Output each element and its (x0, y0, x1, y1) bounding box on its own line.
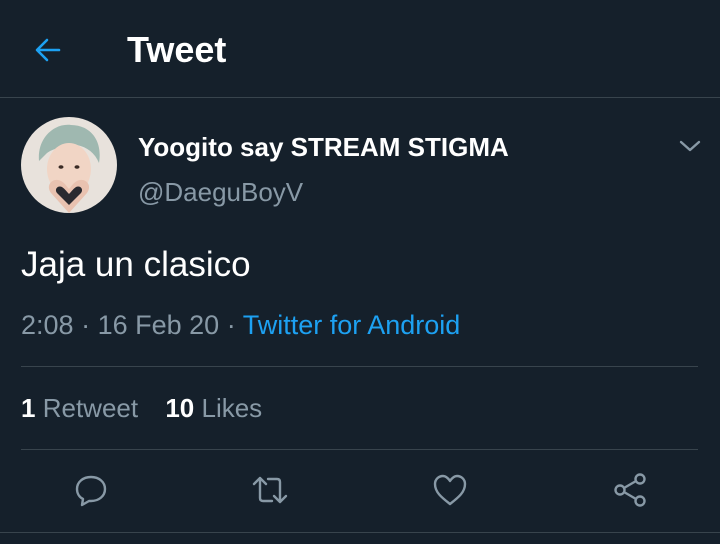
avatar[interactable] (21, 117, 117, 213)
retweets-stat[interactable]: 1 Retweet (21, 391, 138, 425)
retweets-label: Retweet (42, 393, 139, 423)
tweet-date: 16 Feb 20 (97, 310, 220, 340)
tweet-meta: 2:08 · 16 Feb 20 · Twitter for Android (21, 308, 460, 342)
reply-icon (75, 475, 107, 507)
share-button[interactable] (606, 466, 654, 514)
top-bar: Tweet (0, 0, 720, 98)
meta-separator: · (226, 310, 236, 340)
page-title: Tweet (127, 29, 227, 70)
tweet-menu-button[interactable] (676, 132, 704, 160)
retweet-icon (252, 476, 288, 504)
author-display-name[interactable]: Yoogito say STREAM STIGMA (138, 131, 509, 163)
reply-button[interactable] (67, 466, 115, 514)
like-icon (433, 474, 467, 506)
divider (21, 366, 698, 367)
likes-stat[interactable]: 10 Likes (165, 391, 262, 425)
chevron-down-icon (679, 140, 701, 152)
share-icon (614, 473, 646, 507)
meta-separator: · (81, 310, 91, 340)
like-button[interactable] (426, 466, 474, 514)
back-button[interactable] (30, 32, 66, 68)
divider (21, 449, 698, 450)
retweets-count: 1 (21, 393, 36, 423)
retweet-button[interactable] (246, 466, 294, 514)
arrow-left-icon (35, 38, 61, 62)
tweet-stats: 1 Retweet 10 Likes (21, 391, 262, 425)
tweet-text: Jaja un clasico (21, 245, 251, 284)
tweet-time: 2:08 (21, 310, 74, 340)
divider (0, 532, 720, 533)
author-username[interactable]: @DaeguBoyV (138, 176, 303, 208)
likes-label: Likes (201, 393, 263, 423)
likes-count: 10 (165, 393, 195, 423)
tweet-actions (0, 466, 720, 514)
tweet-source-link[interactable]: Twitter for Android (243, 310, 461, 340)
